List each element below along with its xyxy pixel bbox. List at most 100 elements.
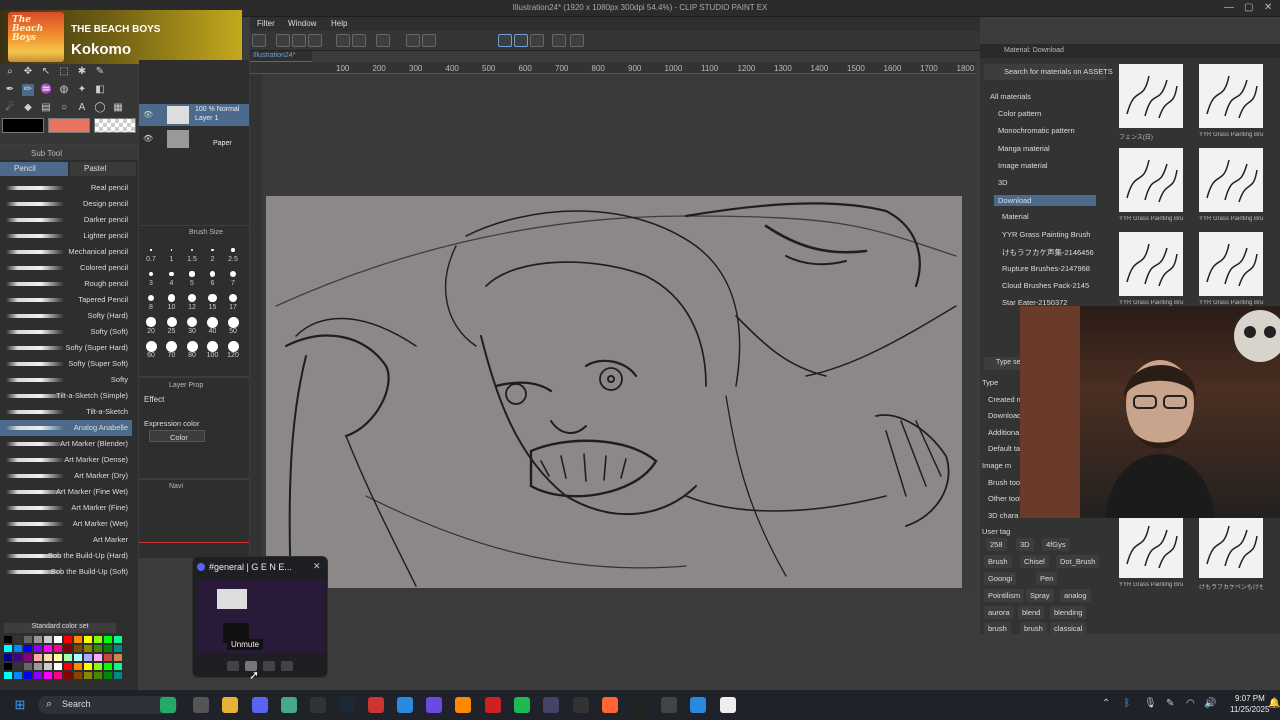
color-swatch[interactable] [64,663,72,670]
brush-size-option[interactable]: 2.5 [223,244,243,266]
color-swatch[interactable] [94,654,102,661]
tab-illustration[interactable]: Illustration24* [250,51,312,62]
figure-icon[interactable]: ○ [58,102,70,114]
headset-icon[interactable] [263,661,275,671]
close-icon[interactable]: ✕ [313,561,321,572]
user-tag[interactable]: brush [984,622,1011,635]
brush-item[interactable]: Bob the Build-Up (Soft) [0,564,132,580]
close-icon[interactable]: ✕ [1264,2,1272,13]
color-swatch[interactable] [64,636,72,643]
brush-item[interactable]: Art Marker [0,532,132,548]
export-button[interactable] [308,34,322,47]
color-swatch[interactable] [54,672,62,679]
user-tag[interactable]: brush [1020,622,1047,635]
camera-icon[interactable] [227,661,239,671]
brush-size-option[interactable]: 80 [182,340,202,362]
color-swatch[interactable] [54,663,62,670]
file-explorer-icon[interactable] [222,697,238,713]
brush-item[interactable]: Softy (Super Soft) [0,356,132,372]
pencil-icon[interactable]: ✏ [22,84,34,96]
color-swatch[interactable] [14,645,22,652]
material-tree-item[interactable]: 3D [998,178,1008,187]
color-swatch[interactable] [34,654,42,661]
material-thumbnail[interactable] [1119,64,1183,128]
snap-grid-button[interactable] [514,34,528,47]
open-button[interactable] [276,34,290,47]
material-tree-item[interactable]: Download [994,195,1096,207]
color-swatch[interactable] [54,645,62,652]
color-swatch[interactable] [74,636,82,643]
notification-icon[interactable]: 🔔 [1268,698,1280,709]
user-tag[interactable]: Chisel [1020,555,1049,568]
disconnect-icon[interactable] [281,661,293,671]
color-swatch[interactable] [24,663,32,670]
material-tree-item[interactable]: YYR Grass Painting Brush [1002,230,1090,239]
brush-item[interactable]: Tilt-a-Sketch [0,404,132,420]
material-thumbnail[interactable] [1199,514,1263,578]
task-view-icon[interactable] [193,697,209,713]
tab-pencil[interactable]: Pencil [0,162,68,176]
help-button[interactable] [570,34,584,47]
sub-color-swatch[interactable] [48,118,90,133]
save-button[interactable] [292,34,306,47]
brush-item[interactable]: Art Marker (Fine Wet) [0,484,132,500]
brush-size-option[interactable]: 6 [203,268,223,290]
layer-row-paper[interactable]: 👁 Paper [139,128,249,150]
color-swatch[interactable] [14,663,22,670]
brush-size-option[interactable]: 120 [223,340,243,362]
material-thumbnail[interactable] [1119,514,1183,578]
settings-button[interactable] [552,34,566,47]
blend-icon[interactable]: ☄ [4,102,16,114]
operation-icon[interactable]: ↖ [40,66,52,78]
brush-size-option[interactable]: 17 [223,292,243,314]
brush-item[interactable]: Softy (Hard) [0,308,132,324]
discord-app-icon[interactable] [252,697,268,713]
bluetooth-icon[interactable]: ᛒ [1124,698,1130,709]
brush-item[interactable]: Darker pencil [0,212,132,228]
color-swatch[interactable] [84,654,92,661]
color-swatch[interactable] [74,645,82,652]
user-tag[interactable]: 3D [1016,538,1034,551]
color-swatch[interactable] [104,654,112,661]
vlc-icon[interactable] [455,697,471,713]
color-swatch[interactable] [14,636,22,643]
pen-icon[interactable]: ✒ [4,84,16,96]
brush-item[interactable]: Colored pencil [0,260,132,276]
airbrush-icon[interactable]: ◍ [58,84,70,96]
brush-size-option[interactable]: 5 [182,268,202,290]
crop-button[interactable] [422,34,436,47]
brush-size-option[interactable]: 7 [223,268,243,290]
material-thumbnail[interactable] [1199,64,1263,128]
zoom-icon[interactable]: ⌕ [4,66,16,78]
menu-help[interactable]: Help [331,19,347,28]
eyedropper-icon[interactable]: ✎ [94,66,106,78]
wand-icon[interactable]: ✱ [76,66,88,78]
color-swatch[interactable] [34,636,42,643]
color-swatch[interactable] [104,672,112,679]
asset-search-button[interactable]: Search for materials on ASSETS [984,64,1113,80]
color-swatch[interactable] [114,654,122,661]
user-tag[interactable]: Spray [1026,589,1054,602]
color-swatch[interactable] [4,672,12,679]
snip-icon[interactable] [690,697,706,713]
brush-size-option[interactable]: 40 [203,316,223,338]
color-swatch[interactable] [44,672,52,679]
material-tree-item[interactable]: Cloud Brushes Pack-2145 [1002,281,1089,290]
search-box[interactable] [38,696,178,714]
terminal-icon[interactable] [632,697,648,713]
brush-size-option[interactable]: 0.7 [141,244,161,266]
eye-icon[interactable]: 👁 [143,110,153,119]
obs-icon[interactable] [426,697,442,713]
expression-color-select[interactable]: Color [149,430,205,442]
transparent-color-swatch[interactable] [94,118,136,133]
widgets-icon[interactable] [160,697,176,713]
snap-special-button[interactable] [530,34,544,47]
brush-item[interactable]: Real pencil [0,180,132,196]
chrome-icon[interactable] [281,697,297,713]
brush-item[interactable]: Lighter pencil [0,228,132,244]
color-swatch[interactable] [74,654,82,661]
color-swatch[interactable] [4,636,12,643]
color-swatch[interactable] [24,672,32,679]
balloon-icon[interactable]: ◯ [94,102,106,114]
menu-window[interactable]: Window [288,19,316,28]
